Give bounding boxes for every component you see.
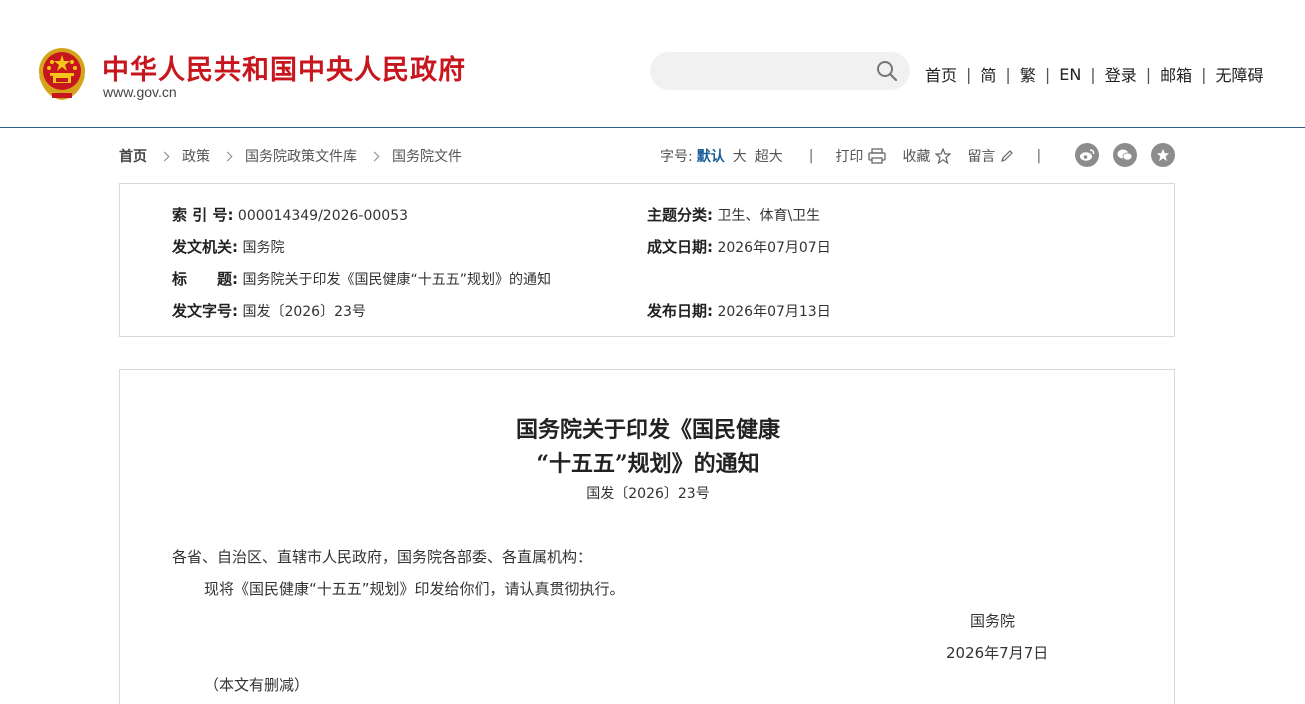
breadcrumb-home[interactable]: 首页: [119, 146, 147, 166]
meta-key: 主题分类:: [647, 206, 713, 224]
article-signature: 国务院: [970, 612, 1016, 630]
tools-separator: |: [1036, 148, 1042, 164]
meta-index-no: 索 引 号: 000014349/2026-00053: [172, 204, 408, 225]
nav-english[interactable]: EN: [1059, 65, 1081, 84]
print-label: 打印: [835, 149, 864, 165]
weibo-icon: [1080, 149, 1095, 161]
site-header: 中华人民共和国中央人民政府 www.gov.cn 首页 | 简 | 繁 | EN…: [0, 0, 1305, 128]
meta-written-date: 成文日期: 2026年07月07日: [647, 236, 831, 257]
wechat-icon: [1117, 149, 1133, 161]
star-share-button[interactable]: [1151, 143, 1175, 167]
meta-key: 发文字号:: [172, 302, 238, 320]
nav-separator: |: [1044, 64, 1051, 84]
meta-value: 国务院: [242, 240, 285, 256]
article-doc-no: 国发〔2026〕23号: [586, 486, 710, 502]
font-size-large[interactable]: 大: [733, 146, 747, 166]
nav-separator: |: [966, 64, 972, 84]
wechat-share-button[interactable]: [1113, 143, 1137, 167]
font-size-xlarge[interactable]: 超大: [755, 146, 783, 166]
meta-issuer: 发文机关: 国务院: [172, 236, 284, 257]
star-outline-icon: [935, 148, 952, 164]
breadcrumb-state-council-docs[interactable]: 国务院文件: [392, 146, 462, 166]
font-size-default[interactable]: 默认: [697, 146, 725, 166]
nav-separator: |: [1201, 64, 1207, 84]
meta-category: 主题分类: 卫生、体育\卫生: [647, 204, 820, 225]
meta-key: 标 题:: [172, 270, 238, 288]
site-domain: www.gov.cn: [103, 84, 177, 100]
nav-home[interactable]: 首页: [925, 62, 957, 86]
meta-value: 国发〔2026〕23号: [242, 304, 366, 320]
article-paragraph: 现将《国民健康“十五五”规划》印发给你们，请认真贯彻执行。: [204, 580, 625, 598]
meta-key: 索 引 号:: [172, 206, 234, 224]
nav-separator: |: [1090, 64, 1096, 84]
meta-doc-no: 发文字号: 国发〔2026〕23号: [172, 300, 366, 321]
meta-value: 2026年07月13日: [717, 304, 831, 320]
breadcrumb-policy-library[interactable]: 国务院政策文件库: [245, 146, 357, 166]
printer-icon: [868, 148, 887, 164]
nav-mailbox[interactable]: 邮箱: [1160, 62, 1192, 86]
article-body: 国务院关于印发《国民健康 “十五五”规划》的通知 国发〔2026〕23号 各省、…: [119, 369, 1175, 704]
meta-title: 标 题: 国务院关于印发《国民健康“十五五”规划》的通知: [172, 268, 551, 289]
tools-separator: |: [808, 148, 814, 164]
search-icon[interactable]: [876, 60, 898, 82]
comment-label: 留言: [967, 149, 996, 165]
nav-simplified[interactable]: 简: [980, 62, 996, 86]
star-icon: [1156, 148, 1170, 162]
breadcrumb-policy[interactable]: 政策: [182, 146, 210, 166]
favorite-button[interactable]: 收藏: [902, 146, 952, 166]
nav-accessibility[interactable]: 无障碍: [1216, 62, 1264, 86]
national-emblem-icon[interactable]: [37, 46, 87, 100]
breadcrumb: 首页 政策 国务院政策文件库 国务院文件: [119, 146, 462, 166]
meta-value: 卫生、体育\卫生: [717, 208, 821, 224]
article-tools: 字号: 默认 大 超大 | 打印 收藏 留言 |: [660, 146, 1063, 166]
search-box: [650, 52, 910, 90]
nav-separator: |: [1005, 64, 1011, 84]
meta-value: 2026年07月07日: [717, 240, 831, 256]
article-salutation: 各省、自治区、直辖市人民政府，国务院各部委、各直属机构：: [172, 548, 593, 566]
meta-value: 000014349/2026-00053: [237, 208, 409, 224]
meta-key: 成文日期:: [647, 238, 713, 256]
pencil-icon: [1001, 150, 1014, 162]
site-title[interactable]: 中华人民共和国中央人民政府: [102, 48, 466, 87]
article-date: 2026年7月7日: [946, 644, 1049, 662]
print-button[interactable]: 打印: [835, 146, 887, 166]
top-nav: 首页 | 简 | 繁 | EN | 登录 | 邮箱 | 无障碍: [925, 62, 1264, 86]
comment-button[interactable]: 留言: [967, 146, 1014, 166]
font-size-label: 字号:: [660, 149, 693, 165]
nav-login[interactable]: 登录: [1105, 62, 1137, 86]
weibo-share-button[interactable]: [1075, 143, 1099, 167]
article-title-line-1: 国务院关于印发《国民健康: [515, 417, 780, 443]
chevron-right-icon: [369, 151, 380, 161]
meta-value: 国务院关于印发《国民健康“十五五”规划》的通知: [242, 272, 551, 288]
document-metadata: 索 引 号: 000014349/2026-00053 主题分类: 卫生、体育\…: [119, 183, 1175, 337]
meta-publish-date: 发布日期: 2026年07月13日: [647, 300, 831, 321]
meta-key: 发文机关:: [172, 238, 238, 256]
nav-separator: |: [1145, 64, 1152, 84]
article-title-line-2: “十五五”规划》的通知: [536, 451, 760, 477]
favorite-label: 收藏: [902, 149, 931, 165]
meta-key: 发布日期:: [647, 302, 713, 320]
chevron-right-icon: [222, 151, 233, 161]
nav-traditional[interactable]: 繁: [1020, 62, 1036, 86]
article-note: （本文有删减）: [204, 676, 310, 694]
search-input[interactable]: [666, 60, 866, 82]
chevron-right-icon: [159, 151, 170, 161]
